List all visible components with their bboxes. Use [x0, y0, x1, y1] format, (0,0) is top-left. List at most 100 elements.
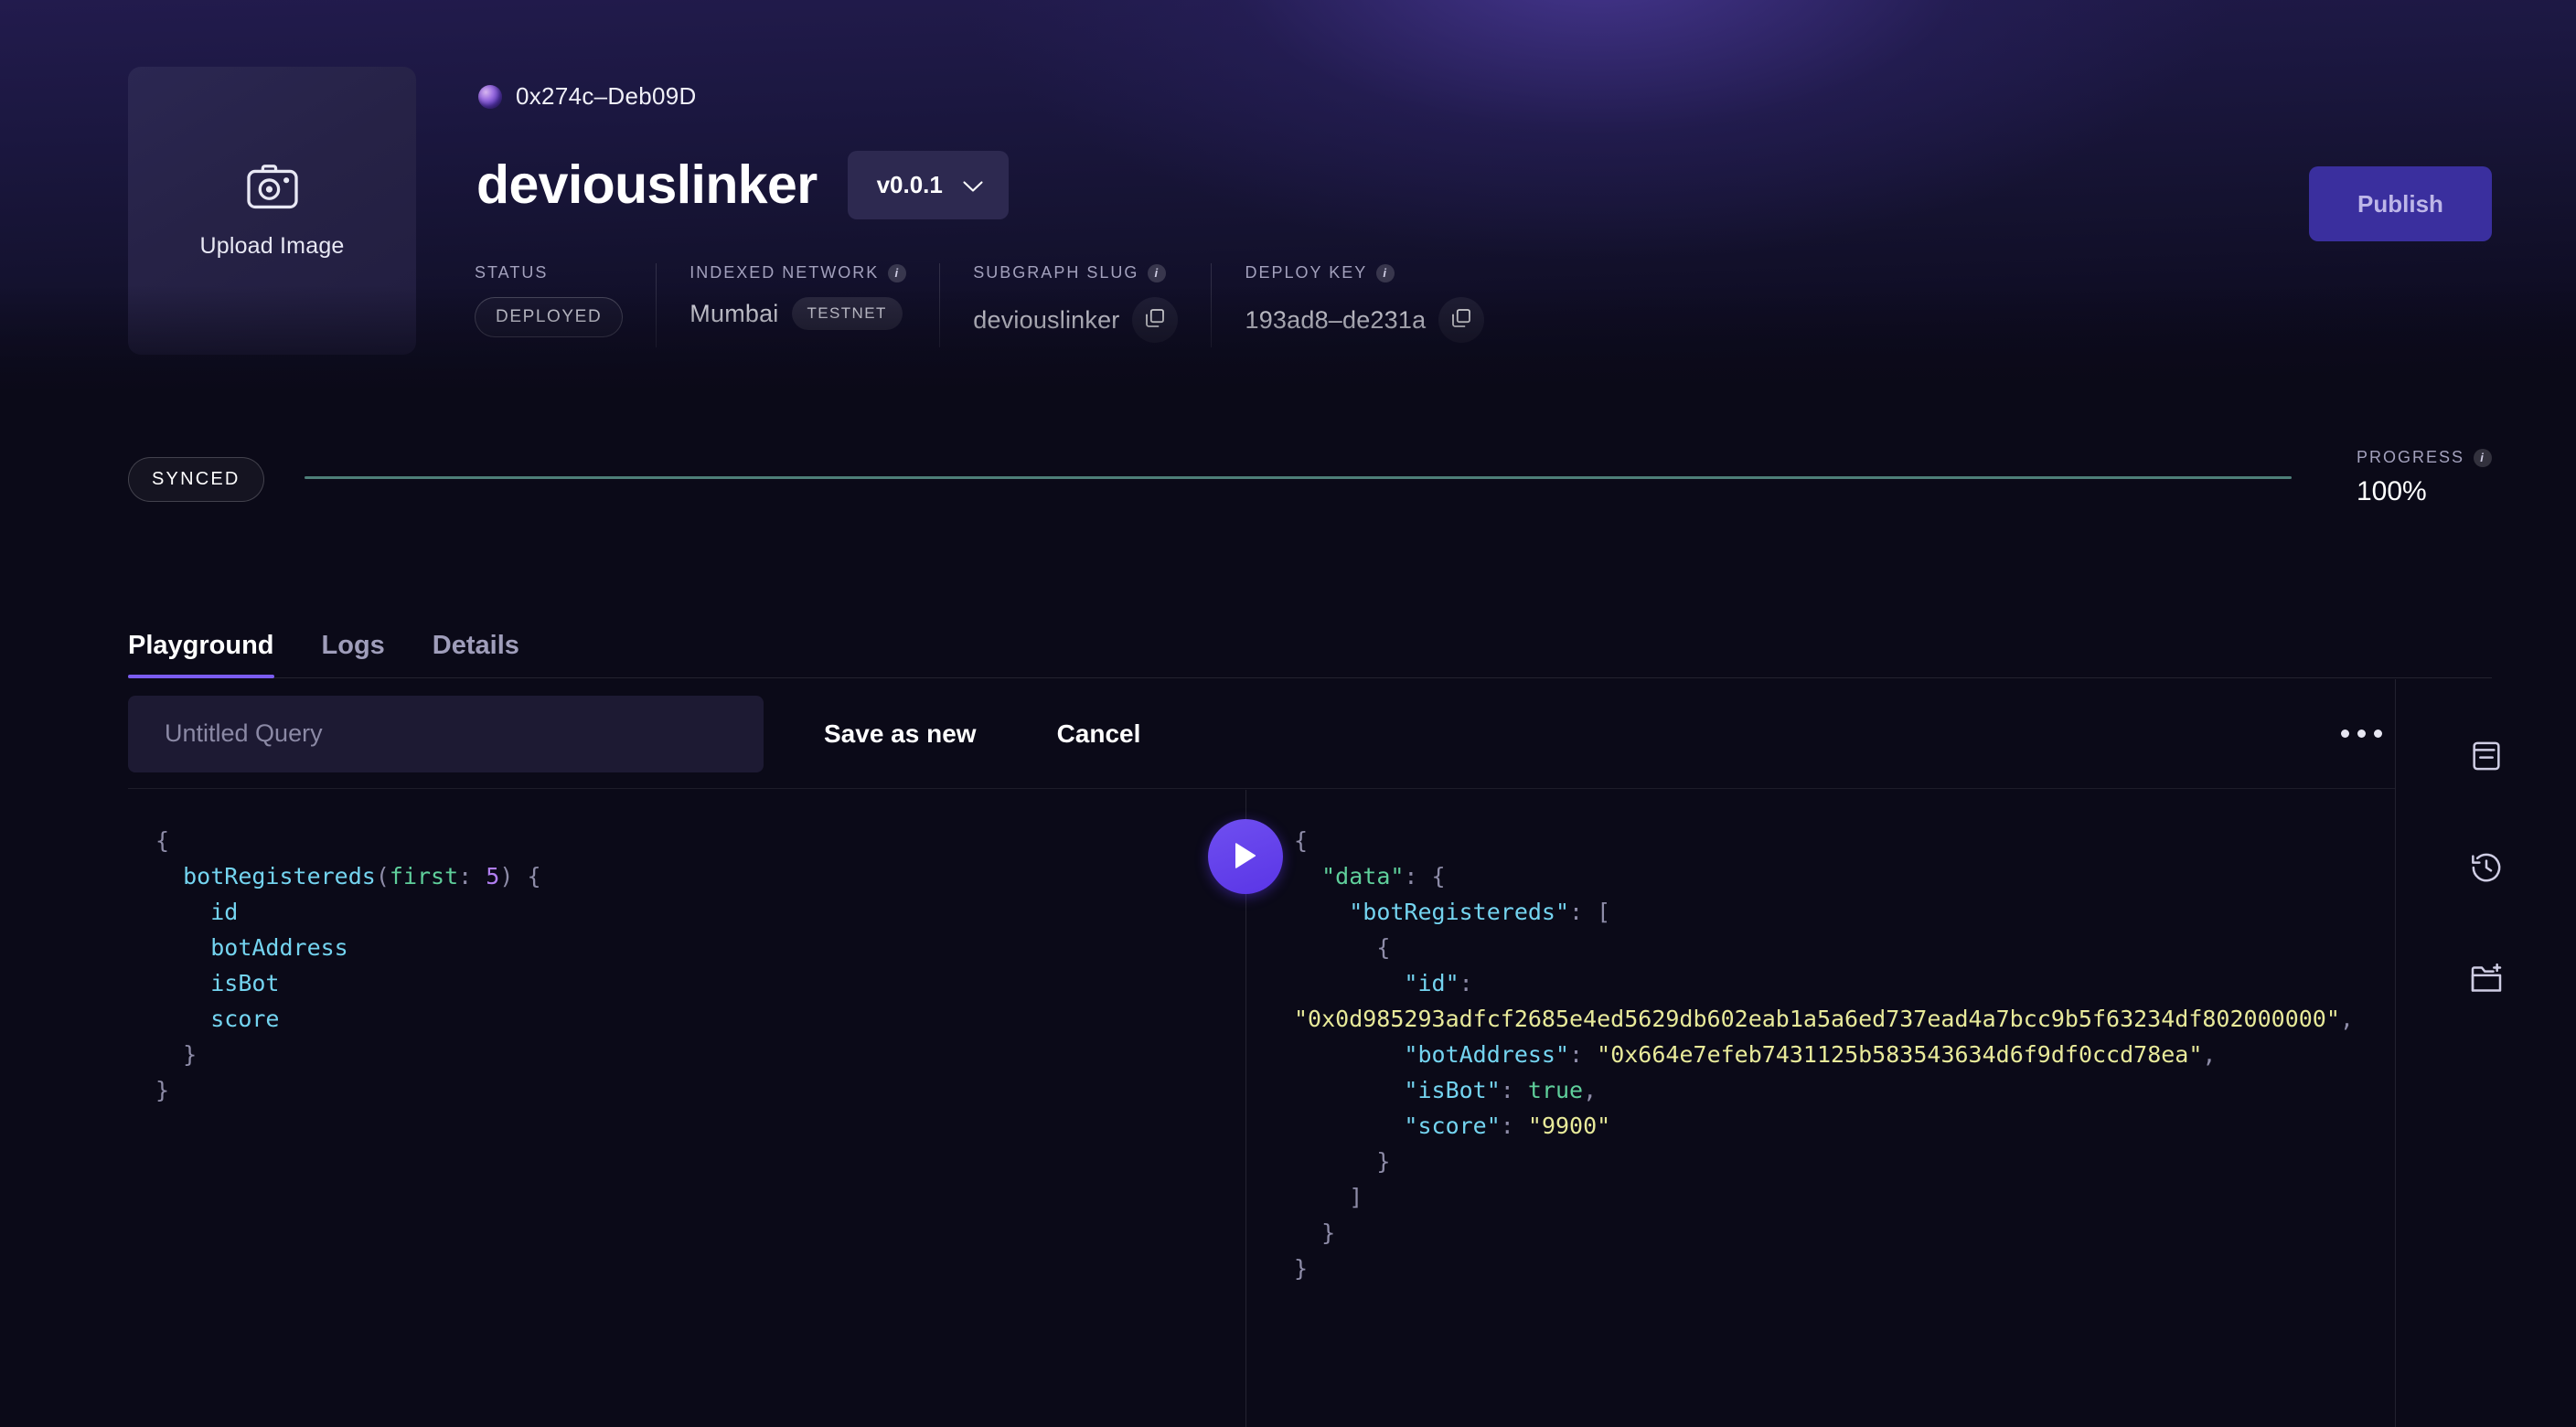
code-token: "botAddress" — [1294, 1041, 1570, 1068]
code-token: "id" — [1294, 970, 1459, 996]
more-dot — [2374, 729, 2382, 738]
code-token: botRegistereds — [155, 863, 376, 889]
history-icon[interactable] — [2461, 842, 2512, 893]
upload-image-label: Upload Image — [199, 232, 345, 259]
query-editor-pane[interactable]: { botRegistereds(first: 5) { id botAddre… — [128, 790, 1245, 1427]
copy-icon — [1450, 307, 1472, 334]
code-line: "isBot": true, — [1294, 1072, 2368, 1108]
code-line: { — [1294, 930, 2368, 965]
code-token: "0x0d985293adfcf2685e4ed5629db602eab1a5a… — [1294, 1006, 2340, 1032]
result-pane: { "data": { "botRegistereds": [ { "id": "… — [1208, 790, 2395, 1427]
sync-progress-fill — [305, 476, 2292, 479]
result-viewer-code: { "data": { "botRegistereds": [ { "id": "… — [1246, 790, 2395, 1286]
copy-slug-button[interactable] — [1132, 297, 1179, 343]
run-query-button[interactable] — [1208, 819, 1283, 894]
meta-deploykey-label: DEPLOY KEY i — [1245, 263, 1484, 282]
network-name: Mumbai — [689, 299, 779, 327]
info-icon[interactable]: i — [1376, 263, 1395, 282]
sync-status-badge: SYNCED — [128, 457, 264, 502]
code-token: } — [1294, 1148, 1391, 1175]
title-row: deviouslinker v0.0.1 — [476, 151, 1009, 219]
code-token: { — [1294, 934, 1391, 961]
meta-status: STATUS DEPLOYED — [475, 263, 656, 347]
meta-network-label: INDEXED NETWORK i — [689, 263, 907, 282]
code-token: score — [155, 1006, 280, 1032]
meta-subgraph-slug: SUBGRAPH SLUG i deviouslinker — [939, 263, 1211, 347]
info-icon[interactable]: i — [2474, 448, 2492, 467]
code-line: botRegistereds(first: 5) { — [155, 858, 1218, 894]
code-token: { — [1294, 827, 1309, 854]
tab-playground[interactable]: Playground — [128, 631, 274, 678]
code-token: : [ — [1569, 899, 1611, 925]
code-line: "id": — [1294, 965, 2368, 1001]
code-token: 5 — [472, 863, 500, 889]
meta-slug-label-text: SUBGRAPH SLUG — [973, 263, 1139, 282]
code-line: } — [1294, 1215, 2368, 1251]
publish-button[interactable]: Publish — [2309, 166, 2492, 241]
upload-image-dropzone[interactable]: Upload Image — [128, 67, 416, 355]
info-icon[interactable]: i — [1148, 263, 1167, 282]
status-badge: DEPLOYED — [475, 297, 624, 337]
query-name-input[interactable] — [128, 695, 764, 772]
code-token: id — [155, 899, 239, 925]
new-folder-icon[interactable] — [2461, 953, 2512, 1005]
tab-details[interactable]: Details — [433, 631, 519, 677]
code-token: "botRegistereds" — [1294, 899, 1570, 925]
playground-panes: { botRegistereds(first: 5) { id botAddre… — [128, 790, 2395, 1427]
cancel-button[interactable]: Cancel — [1057, 719, 1141, 749]
docs-icon[interactable] — [2461, 730, 2512, 782]
code-token: } — [155, 1041, 198, 1068]
page-header: Upload Image 0x274c–Deb09D deviouslinker… — [0, 0, 2576, 395]
code-token: ] — [1294, 1184, 1363, 1210]
code-line: } — [155, 1072, 1218, 1108]
meta-row: STATUS DEPLOYED INDEXED NETWORK i Mumbai… — [475, 263, 1517, 347]
network-badge: TESTNET — [791, 297, 903, 330]
owner-row: 0x274c–Deb09D — [478, 82, 697, 111]
code-token: : — [458, 863, 473, 889]
more-dot — [2341, 729, 2349, 738]
code-line: } — [155, 1037, 1218, 1072]
code-token: "isBot" — [1294, 1077, 1501, 1103]
tab-bar: Playground Logs Details — [128, 614, 2492, 678]
code-line: "0x0d985293adfcf2685e4ed5629db602eab1a5a… — [1294, 1001, 2368, 1037]
meta-network-label-text: INDEXED NETWORK — [689, 263, 880, 282]
version-select[interactable]: v0.0.1 — [847, 151, 1009, 219]
code-token: true — [1527, 1077, 1584, 1103]
query-toolbar: Save as new Cancel — [128, 679, 2395, 789]
meta-indexed-network: INDEXED NETWORK i Mumbai TESTNET — [656, 263, 939, 347]
more-options-button[interactable] — [2328, 711, 2395, 756]
code-token: "data" — [1294, 863, 1405, 889]
meta-slug-label: SUBGRAPH SLUG i — [973, 263, 1178, 282]
save-as-new-button[interactable]: Save as new — [824, 719, 977, 749]
code-line: "botAddress": "0x664e7efeb7431125b583543… — [1294, 1037, 2368, 1072]
code-token: "9900" — [1527, 1113, 1611, 1139]
sync-progress-bar — [305, 476, 2292, 479]
code-token: isBot — [155, 970, 280, 996]
subgraph-slug-value: deviouslinker — [973, 305, 1120, 334]
chevron-down-icon — [963, 180, 983, 192]
code-line: ] — [1294, 1179, 2368, 1215]
code-token: , — [2202, 1041, 2217, 1068]
meta-status-label: STATUS — [475, 263, 549, 282]
code-token: : { — [1404, 863, 1446, 889]
code-token: { — [155, 827, 170, 854]
query-editor-code[interactable]: { botRegistereds(first: 5) { id botAddre… — [128, 790, 1245, 1108]
code-line: "score": "9900" — [1294, 1108, 2368, 1144]
code-token: , — [2339, 1006, 2354, 1032]
more-dot — [2357, 729, 2366, 738]
copy-deploy-key-button[interactable] — [1438, 297, 1485, 343]
code-token: : — [1569, 1041, 1598, 1068]
play-icon — [1232, 841, 1259, 873]
info-icon[interactable]: i — [888, 263, 907, 282]
tab-logs[interactable]: Logs — [322, 631, 385, 677]
code-line: "data": { — [1294, 858, 2368, 894]
code-line: "botRegistereds": [ — [1294, 894, 2368, 930]
meta-deploy-key: DEPLOY KEY i 193ad8–de231a — [1211, 263, 1517, 347]
code-token: first — [389, 863, 459, 889]
code-token: : — [1500, 1077, 1528, 1103]
code-token: : — [1500, 1113, 1528, 1139]
code-line: botAddress — [155, 930, 1218, 965]
progress-value: 100% — [2356, 476, 2427, 506]
code-token: , — [1583, 1077, 1598, 1103]
code-line: { — [1294, 823, 2368, 858]
